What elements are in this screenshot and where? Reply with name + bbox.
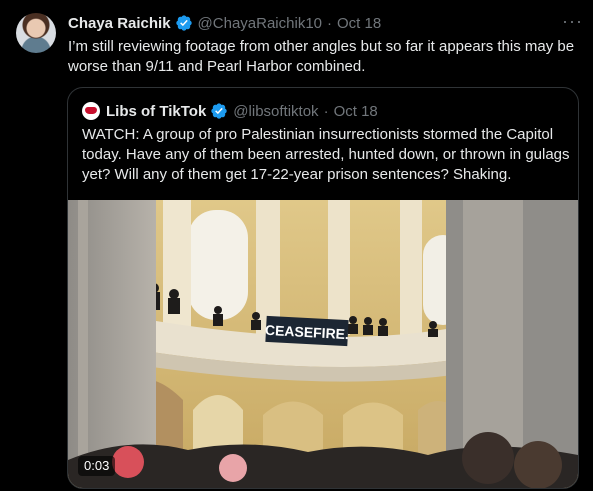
video-player[interactable]: CEASEFIRE. 0:03: [68, 200, 578, 488]
video-timestamp: 0:03: [78, 456, 116, 476]
quoted-tweet[interactable]: Libs of TikTok @libsoftiktok · Oct 18 WA…: [67, 87, 579, 489]
quoted-tweet-date[interactable]: Oct 18: [334, 103, 378, 120]
separator: ·: [327, 14, 332, 32]
author-handle[interactable]: @ChayaRaichik10: [198, 15, 322, 32]
tweet-header: Chaya Raichik @ChayaRaichik10 · Oct 18: [68, 14, 381, 32]
more-options-icon[interactable]: ···: [562, 12, 582, 34]
author-avatar[interactable]: [16, 13, 56, 53]
verified-badge-icon: [175, 15, 192, 31]
tweet: Chaya Raichik @ChayaRaichik10 · Oct 18 ·…: [0, 0, 593, 491]
separator: ·: [323, 102, 329, 120]
video-frame: CEASEFIRE.: [68, 200, 578, 488]
tweet-text: I’m still reviewing footage from other a…: [68, 38, 575, 75]
quoted-author-name[interactable]: Libs of TikTok: [106, 103, 206, 120]
quoted-author-handle[interactable]: @libsoftiktok: [233, 103, 318, 120]
quoted-tweet-header: Libs of TikTok @libsoftiktok · Oct 18: [82, 101, 378, 121]
author-name[interactable]: Chaya Raichik: [68, 15, 171, 32]
quoted-tweet-text: WATCH: A group of pro Palestinian insurr…: [82, 126, 570, 183]
quoted-author-avatar[interactable]: [82, 102, 100, 120]
verified-badge-icon: [211, 103, 227, 119]
tweet-date[interactable]: Oct 18: [337, 15, 381, 32]
